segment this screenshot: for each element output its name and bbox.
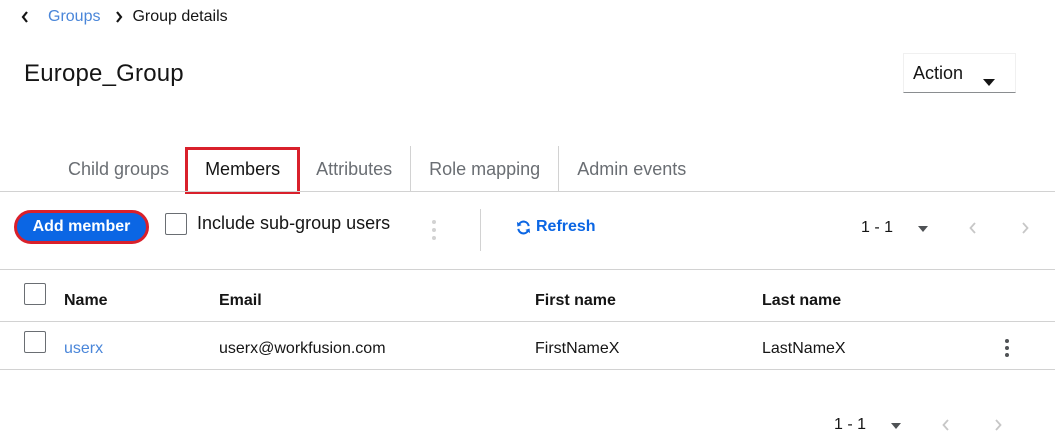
tab-role-mapping[interactable]: Role mapping — [410, 146, 558, 192]
select-all-checkbox[interactable] — [24, 283, 46, 305]
prev-page-icon[interactable] — [938, 417, 952, 433]
breadcrumb-current: Group details — [132, 8, 228, 25]
pagination-range[interactable]: 1 - 1 — [861, 219, 893, 237]
table-top-border — [0, 269, 1055, 270]
caret-down-icon[interactable] — [918, 219, 929, 237]
pagination-range[interactable]: 1 - 1 — [834, 416, 866, 434]
row-checkbox[interactable] — [24, 331, 46, 353]
tabs-divider — [0, 191, 1055, 192]
sync-icon — [516, 220, 531, 234]
column-header-first-name[interactable]: First name — [535, 292, 616, 310]
tab-members[interactable]: Members — [185, 146, 301, 194]
next-page-icon[interactable] — [1018, 220, 1032, 236]
caret-down-icon[interactable] — [891, 416, 902, 434]
tab-bar: Child groups Members Attributes Role map… — [50, 146, 704, 194]
breadcrumb: Groups Group details — [18, 7, 228, 27]
add-member-button[interactable]: Add member — [14, 210, 149, 244]
member-name-link[interactable]: userx — [64, 340, 103, 358]
table-row-border — [0, 369, 1055, 370]
breadcrumb-groups-link[interactable]: Groups — [48, 8, 100, 26]
refresh-button[interactable]: Refresh — [516, 218, 596, 236]
member-last-name: LastNameX — [762, 340, 846, 357]
page-title: Europe_Group — [24, 60, 184, 87]
member-email: userx@workfusion.com — [219, 340, 386, 357]
table-header-border — [0, 321, 1055, 322]
include-subgroup-label: Include sub-group users — [197, 213, 391, 233]
include-subgroup-checkbox[interactable] — [165, 213, 187, 235]
pagination-top: 1 - 1 — [861, 219, 1029, 237]
tab-label: Child groups — [68, 158, 170, 179]
kebab-icon[interactable] — [1001, 339, 1013, 357]
chevron-right-icon — [112, 11, 126, 23]
tab-child-groups[interactable]: Child groups — [50, 146, 187, 192]
chevron-left-icon[interactable] — [18, 9, 32, 25]
action-dropdown[interactable]: Action — [903, 53, 1016, 93]
tab-attributes[interactable]: Attributes — [298, 146, 410, 192]
refresh-label: Refresh — [536, 218, 596, 235]
toolbar-divider — [480, 209, 481, 251]
caret-down-icon — [983, 70, 995, 91]
kebab-icon[interactable] — [428, 220, 440, 240]
action-dropdown-label: Action — [913, 62, 964, 83]
column-header-email[interactable]: Email — [219, 292, 262, 310]
next-page-icon[interactable] — [991, 417, 1005, 433]
tab-label: Role mapping — [429, 158, 541, 179]
pagination-bottom: 1 - 1 — [834, 416, 1002, 434]
tab-label: Members — [205, 158, 281, 179]
tab-admin-events[interactable]: Admin events — [558, 146, 704, 192]
tab-label: Admin events — [577, 158, 687, 179]
column-header-name[interactable]: Name — [64, 292, 108, 310]
column-header-last-name[interactable]: Last name — [762, 292, 841, 310]
tab-label: Attributes — [316, 158, 393, 179]
member-first-name: FirstNameX — [535, 340, 620, 357]
prev-page-icon[interactable] — [965, 220, 979, 236]
